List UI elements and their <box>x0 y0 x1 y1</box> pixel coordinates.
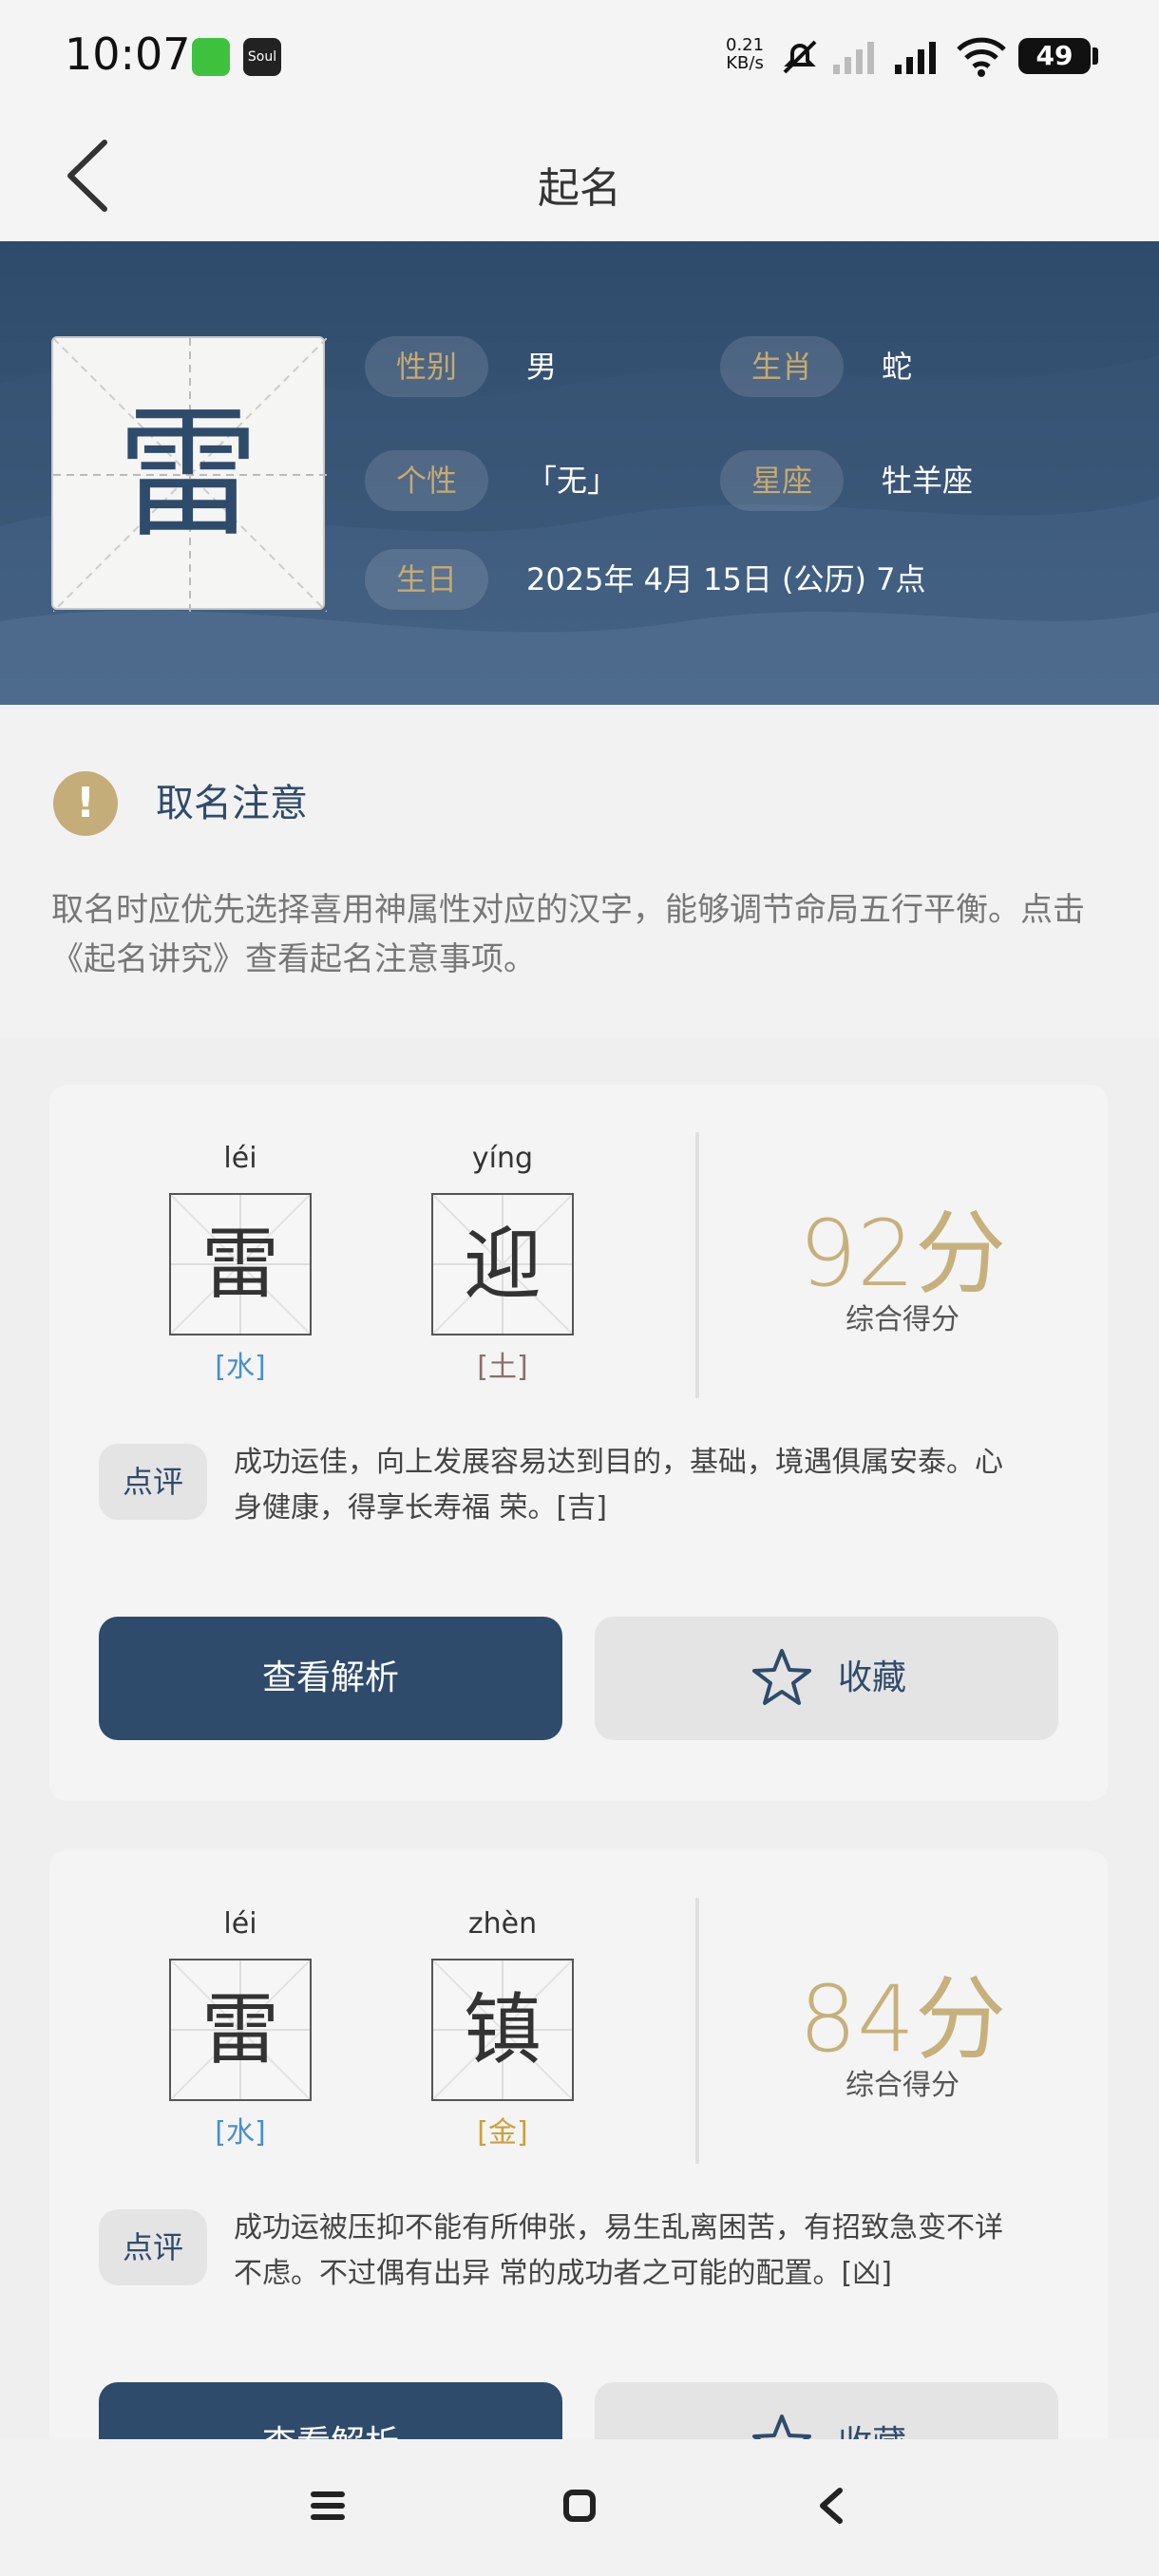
score: 92分 <box>798 1201 1007 1307</box>
comment-tag: 点评 <box>99 2209 207 2285</box>
app-header: 起名 <box>0 114 1159 241</box>
back-nav-icon[interactable] <box>798 2477 864 2534</box>
view-analysis-button[interactable]: 查看解析 <box>99 1617 562 1740</box>
surname-char-box: 雷 <box>51 336 327 612</box>
birthday-value: 2025年 4月 15日 (公历) 7点 <box>526 561 926 597</box>
net-speed-unit: KB/s <box>726 53 764 73</box>
element-1: [水] <box>215 2116 266 2150</box>
char-2: 迎 <box>463 1220 542 1310</box>
battery-tip <box>1092 47 1098 65</box>
element-2: [金] <box>477 2116 528 2150</box>
home-icon[interactable] <box>546 2477 613 2534</box>
mute-icon <box>783 40 817 74</box>
notice-text[interactable]: 取名时应优先选择喜用神属性对应的汉字，能够调节命局五行平衡。点击《起名讲究》查看… <box>51 885 1115 984</box>
comment-tag: 点评 <box>99 1444 207 1520</box>
page-title: 起名 <box>538 164 621 213</box>
name-card: léi 雷 [水] zhèn 镇 [金] 84分 综合得分 点评 成功运被压抑不… <box>49 1850 1108 2506</box>
char-1: 雷 <box>200 1220 279 1310</box>
wechat-icon <box>192 38 230 76</box>
card-divider <box>695 1898 699 2164</box>
soul-icon: Soul <box>243 38 281 76</box>
pinyin-2: yíng <box>471 1142 534 1175</box>
zodiac-label: 生肖 <box>720 336 844 397</box>
char-box-2: 迎 <box>431 1193 574 1335</box>
notice-title: 取名注意 <box>156 782 308 825</box>
signal-icon-sim2 <box>833 42 874 74</box>
name-card: léi 雷 [水] yíng 迎 [土] 92分 综合得分 点评 成功运佳，向上… <box>49 1085 1108 1801</box>
net-speed-value: 0.21 <box>726 35 765 55</box>
status-bar: 10:07 Soul 0.21 KB/s 49 <box>0 0 1159 114</box>
card-divider <box>695 1132 699 1398</box>
pinyin-1: léi <box>223 1907 257 1941</box>
profile-banner: 雷 性别 男 生肖 蛇 个性 「无」 星座 牡羊座 生日 2025年 4月 15… <box>0 241 1159 705</box>
pinyin-1: léi <box>223 1142 257 1175</box>
constellation-value: 牡羊座 <box>882 463 974 499</box>
score: 84分 <box>798 1966 1007 2073</box>
char-1: 雷 <box>200 1985 279 2075</box>
zodiac-value: 蛇 <box>882 349 913 385</box>
personality-label: 个性 <box>365 450 488 511</box>
battery-icon: 49 <box>1018 38 1091 74</box>
status-time: 10:07 <box>65 28 191 80</box>
comment-text: 成功运佳，向上发展容易达到目的，基础，境遇俱属安泰。心身健康，得享长寿福 荣。[… <box>234 1446 1003 1525</box>
star-icon <box>752 1649 811 1705</box>
birthday-label: 生日 <box>365 549 488 610</box>
favorite-button[interactable]: 收藏 <box>595 1617 1058 1740</box>
favorite-label: 收藏 <box>838 1658 907 1697</box>
char-box-1: 雷 <box>169 1959 312 2101</box>
signal-icon-sim1 <box>895 42 936 74</box>
personality-value: 「无」 <box>526 463 618 499</box>
char-box-1: 雷 <box>169 1193 312 1335</box>
net-speed: 0.21 KB/s <box>726 36 764 72</box>
wifi-icon <box>957 37 1006 77</box>
naming-notice: ! 取名注意 取名时应优先选择喜用神属性对应的汉字，能够调节命局五行平衡。点击《… <box>0 705 1159 1037</box>
element-1: [水] <box>215 1351 266 1384</box>
constellation-label: 星座 <box>720 450 844 511</box>
gender-value: 男 <box>526 349 558 385</box>
exclamation-icon: ! <box>53 771 118 836</box>
system-nav-bar <box>0 2439 1159 2576</box>
menu-icon[interactable] <box>294 2477 361 2534</box>
surname-char: 雷 <box>116 392 259 558</box>
pinyin-2: zhèn <box>467 1907 538 1941</box>
score-label: 综合得分 <box>846 1303 960 1336</box>
char-2: 镇 <box>463 1985 542 2075</box>
char-box-2: 镇 <box>431 1959 574 2101</box>
comment-text: 成功运被压抑不能有所伸张，易生乱离困苦，有招致急变不详不虑。不过偶有出异 常的成… <box>234 2211 1003 2290</box>
score-label: 综合得分 <box>846 2069 960 2102</box>
gender-label: 性别 <box>365 336 488 397</box>
element-2: [土] <box>477 1351 528 1384</box>
